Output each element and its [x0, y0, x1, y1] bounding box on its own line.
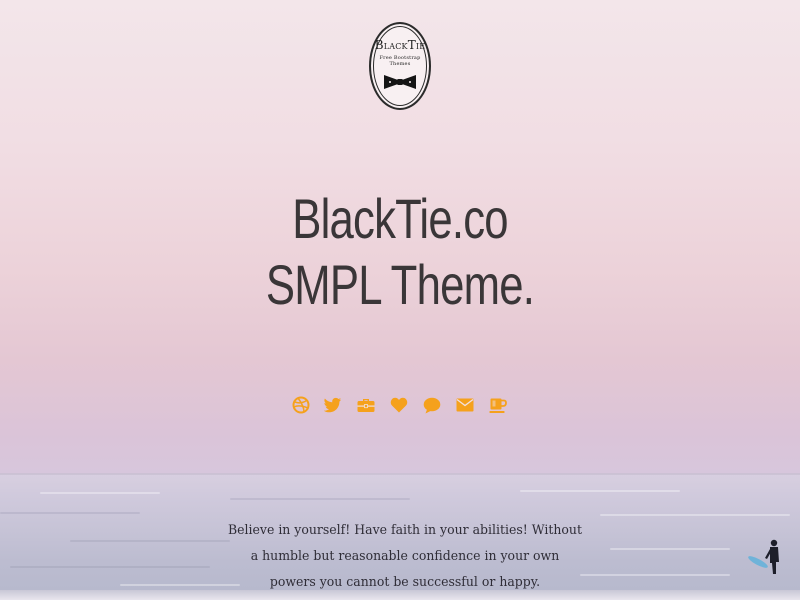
wave — [580, 574, 730, 576]
twitter-icon[interactable] — [320, 392, 346, 418]
surfer-silhouette — [748, 539, 779, 574]
wave — [40, 492, 160, 494]
horizon-line — [0, 473, 800, 475]
wave — [10, 566, 210, 568]
inspirational-quote: Believe in yourself! Have faith in your … — [227, 523, 582, 590]
social-icons — [285, 392, 515, 420]
logo-title: BlackTie — [374, 38, 426, 52]
heart-icon[interactable] — [386, 392, 412, 418]
mail-icon[interactable] — [452, 392, 478, 418]
headline-line-2: SMPL Theme. — [265, 253, 535, 316]
logo-subtitle: Free Bootstrap Themes — [379, 55, 421, 67]
wave — [600, 514, 790, 516]
wave — [230, 498, 410, 500]
briefcase-icon[interactable] — [353, 392, 379, 418]
wave — [70, 540, 230, 542]
dribbble-icon[interactable] — [288, 392, 314, 418]
wave — [520, 490, 680, 492]
hero-headline: BlackTie.co SMPL Theme. — [88, 186, 712, 318]
wave — [610, 548, 730, 550]
coffee-icon[interactable] — [485, 392, 511, 418]
wave — [120, 584, 240, 586]
wave — [0, 512, 140, 514]
bowtie-icon — [384, 75, 416, 89]
site-logo[interactable]: BlackTie Free Bootstrap Themes — [369, 22, 431, 110]
headline-line-1: BlackTie.co — [292, 187, 508, 250]
chat-icon[interactable] — [419, 392, 445, 418]
